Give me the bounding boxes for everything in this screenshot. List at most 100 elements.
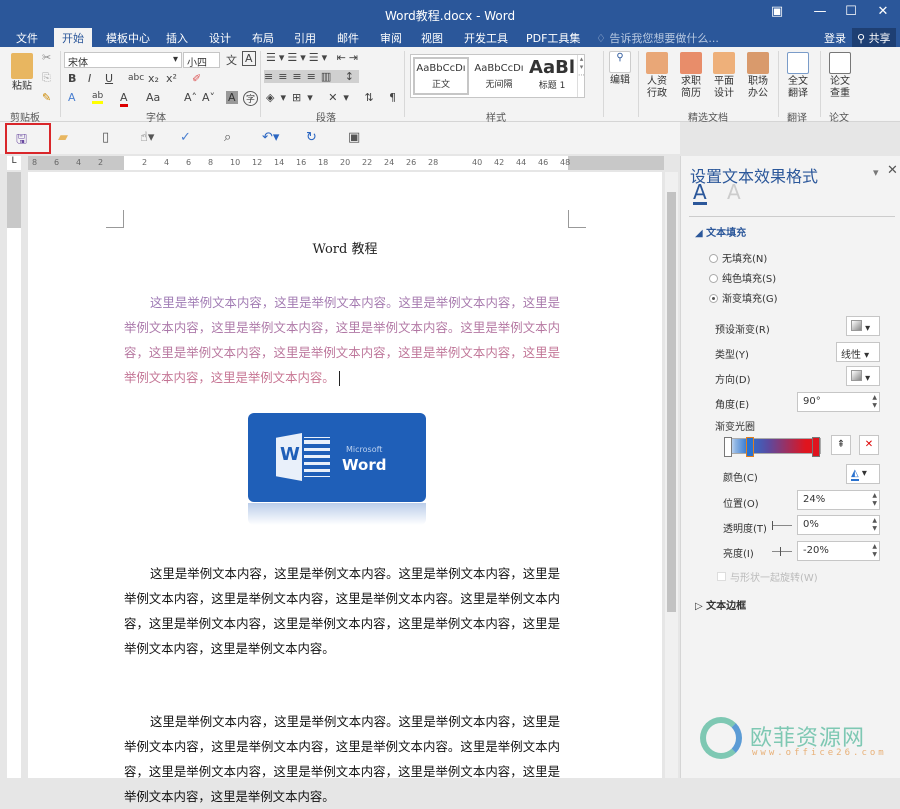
tab-file[interactable]: 文件 — [16, 30, 38, 46]
brightness-slider[interactable] — [772, 547, 792, 556]
transparency-input[interactable]: 0% ▲ ▼ — [797, 515, 880, 535]
format-painter-icon[interactable]: ✎ — [42, 91, 51, 104]
styles-scroll[interactable]: ▴ ▾ ⋯ — [577, 55, 585, 97]
pane-options-icon[interactable]: ▾ — [873, 166, 879, 179]
gradient-stops-bar[interactable] — [724, 437, 821, 457]
list-buttons[interactable]: ☰▾☰▾☰▾ ⇤⇥ — [266, 51, 361, 64]
document-page[interactable]: Word 教程 这里是举例文本内容，这里是举例文本内容。这里是举例文本内容，这里… — [28, 172, 662, 804]
highlight-button[interactable]: ab — [92, 91, 104, 104]
spelling-icon[interactable]: ✓ — [180, 130, 191, 145]
align-buttons[interactable]: ≡≡≡≡▥ ↕ — [264, 70, 359, 83]
new-document-icon[interactable]: ▯ — [102, 130, 109, 145]
touch-mode-icon[interactable]: ☝▾ — [140, 130, 154, 145]
login-link[interactable]: 登录 — [824, 30, 846, 46]
pane-close-icon[interactable]: ✕ — [887, 163, 898, 178]
paste-button[interactable]: 粘贴 — [8, 53, 36, 93]
shrink-font-button[interactable]: A˅ — [202, 91, 215, 104]
section-text-outline[interactable]: ▷ 文本边框 — [695, 597, 746, 612]
rotate-with-shape-checkbox[interactable]: 与形状一起旋转(W) — [717, 569, 818, 584]
tab-view[interactable]: 视图 — [421, 30, 443, 46]
share-button[interactable]: ⚲ 共享 — [852, 28, 896, 47]
direction-dropdown[interactable]: ▾ — [846, 366, 880, 386]
slider-thumb[interactable] — [780, 547, 781, 556]
char-shading-button[interactable]: A — [226, 91, 238, 104]
screenshot-icon[interactable]: ▣ — [348, 130, 360, 145]
style-heading-1[interactable]: AaBl 标题 1 — [529, 57, 575, 95]
ribbon-display-button[interactable]: ▣ — [762, 4, 792, 19]
horizontal-ruler[interactable]: 8 6 4 2 2 4 6 8 10 12 14 16 18 20 22 24 26 28 40 42 44 46 48 — [28, 156, 664, 170]
paragraph[interactable]: 这里是举例文本内容，这里是举例文本内容。这里是举例文本内容，这里是举例文本内容，… — [124, 561, 560, 661]
grow-font-button[interactable]: A˄ — [184, 91, 197, 104]
italic-button[interactable]: I — [88, 72, 91, 85]
spinner-icon[interactable]: ▲ ▼ — [872, 517, 877, 533]
strikethrough-button[interactable]: abc — [128, 73, 144, 83]
paper-check-button[interactable]: 论文 查重 — [826, 52, 854, 100]
tab-review[interactable]: 审阅 — [380, 30, 402, 46]
vertical-ruler[interactable] — [7, 172, 21, 778]
spinner-icon[interactable]: ▲ ▼ — [872, 492, 877, 508]
tab-selector[interactable]: L — [7, 156, 21, 170]
char-border-icon[interactable]: A — [242, 51, 256, 66]
text-effects-button[interactable]: A — [68, 91, 76, 104]
color-picker-button[interactable]: ◭ ▾ — [846, 464, 880, 484]
tell-me-input[interactable]: ♢ 告诉我您想要做什么... — [596, 30, 719, 46]
font-size-combo[interactable]: 小四 — [183, 52, 220, 69]
section-text-fill[interactable]: ◢ 文本填充 — [695, 224, 746, 239]
shading-border-buttons[interactable]: ◈▾⊞▾ ✕▾ ⇅ ¶ — [266, 91, 402, 104]
scroll-thumb[interactable] — [667, 192, 676, 612]
tab-insert[interactable]: 插入 — [166, 30, 188, 46]
clear-format-icon[interactable]: ✐ — [192, 72, 201, 85]
open-folder-icon[interactable]: ▰ — [58, 130, 68, 145]
paragraph[interactable]: 这里是举例文本内容，这里是举例文本内容。这里是举例文本内容，这里是举例文本内容，… — [124, 709, 560, 809]
underline-button[interactable]: U — [105, 72, 113, 85]
tab-developer[interactable]: 开发工具 — [464, 30, 508, 46]
angle-input[interactable]: 90° ▲ ▼ — [797, 392, 880, 412]
paragraph-gradient[interactable]: 这里是举例文本内容，这里是举例文本内容。这里是举例文本内容，这里是举例文本内容，… — [124, 290, 560, 390]
gradient-stop-handle-selected[interactable] — [746, 437, 754, 457]
subscript-button[interactable]: x₂ — [148, 72, 159, 85]
tab-templates[interactable]: 模板中心 — [106, 30, 150, 46]
type-dropdown[interactable]: 线性 ▾ — [836, 342, 880, 362]
enclose-char-button[interactable]: 字 — [243, 91, 259, 106]
superscript-button[interactable]: x² — [166, 72, 177, 85]
copy-icon[interactable]: ⎘ — [42, 71, 51, 85]
maximize-button[interactable]: ☐ — [836, 4, 866, 19]
spinner-icon[interactable]: ▲ ▼ — [872, 394, 877, 410]
brightness-input[interactable]: -20% ▲ ▼ — [797, 541, 880, 561]
change-case-button[interactable]: Aa — [146, 91, 160, 104]
remove-stop-button[interactable]: ✕ — [859, 435, 879, 455]
full-translate-button[interactable]: 全文 翻译 — [784, 52, 812, 100]
radio-gradient-fill[interactable]: 渐变填充(G) — [709, 290, 778, 305]
spinner-icon[interactable]: ▲ ▼ — [872, 543, 877, 559]
add-stop-button[interactable]: ⇞ — [831, 435, 851, 455]
minimize-button[interactable]: — — [805, 4, 835, 19]
radio-no-fill[interactable]: 无填充(N) — [709, 250, 767, 265]
bold-button[interactable]: B — [68, 72, 76, 85]
tab-references[interactable]: 引用 — [294, 30, 316, 46]
preset-gradient-dropdown[interactable]: ▾ — [846, 316, 880, 336]
slider-thumb[interactable] — [772, 521, 773, 530]
font-name-combo[interactable]: 宋体 ▾ — [64, 52, 182, 69]
gradient-stop-handle[interactable] — [812, 437, 820, 457]
doc-hr-admin[interactable]: 人资 行政 — [643, 52, 671, 100]
text-fill-outline-tab[interactable]: A — [693, 182, 707, 205]
style-no-spacing[interactable]: AaBbCcDı 无间隔 — [471, 57, 527, 95]
tab-mailings[interactable]: 邮件 — [337, 30, 359, 46]
redo-icon[interactable]: ↻ — [306, 130, 317, 145]
tab-home[interactable]: 开始 — [54, 28, 92, 47]
tab-design[interactable]: 设计 — [209, 30, 231, 46]
doc-graphic-design[interactable]: 平面 设计 — [710, 52, 738, 100]
radio-solid-fill[interactable]: 纯色填充(S) — [709, 270, 776, 285]
tab-layout[interactable]: 布局 — [252, 30, 274, 46]
font-color-button[interactable]: A — [120, 91, 128, 107]
transparency-slider[interactable] — [772, 521, 792, 530]
style-normal[interactable]: AaBbCcDı 正文 — [413, 57, 469, 95]
edit-button[interactable]: ⚲ 编辑 — [607, 51, 633, 87]
tab-pdf-tools[interactable]: PDF工具集 — [526, 30, 580, 46]
phonetic-guide-icon[interactable]: 文 — [226, 52, 237, 68]
undo-icon[interactable]: ↶▾ — [262, 130, 279, 145]
print-preview-icon[interactable]: ⌕ — [224, 130, 231, 145]
text-effects-tab[interactable]: A — [727, 182, 741, 202]
doc-resume[interactable]: 求职 简历 — [677, 52, 705, 100]
doc-office[interactable]: 职场 办公 — [744, 52, 772, 100]
